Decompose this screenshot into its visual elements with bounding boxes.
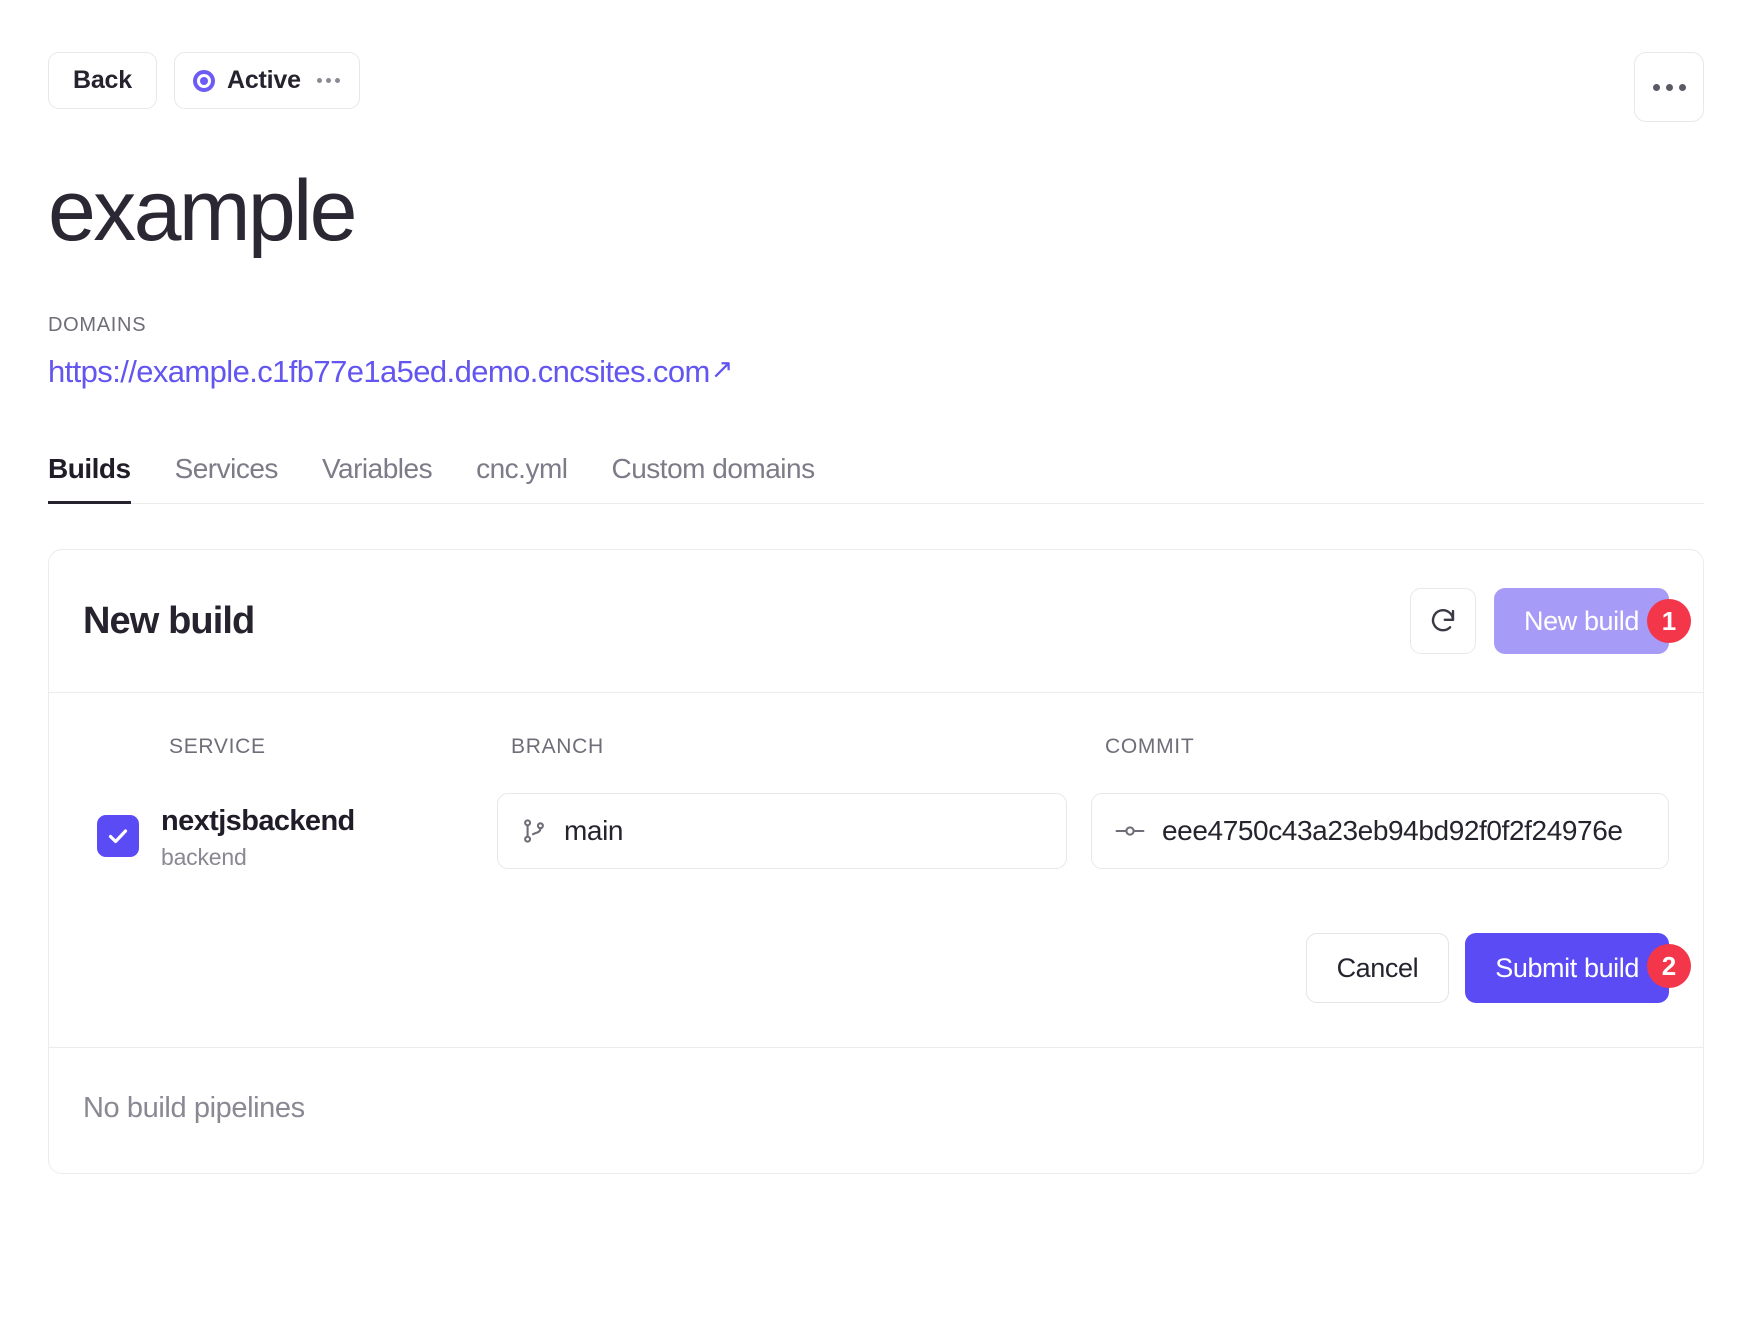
status-label: Active: [226, 66, 301, 94]
git-commit-icon: [1115, 826, 1145, 836]
ellipsis-icon: [1678, 83, 1686, 91]
submit-build-button[interactable]: Submit build: [1465, 933, 1669, 1004]
service-type: backend: [161, 844, 247, 871]
domains-label: DOMAINS: [48, 314, 147, 336]
tab-bar: Builds Services Variables cnc.yml Custom…: [48, 453, 1704, 504]
column-header-service: SERVICE: [169, 735, 266, 758]
step-badge-2: 2: [1647, 944, 1691, 989]
commit-input[interactable]: eee4750c43a23eb94bd92f0f2f24976e: [1091, 793, 1669, 869]
cancel-button[interactable]: Cancel: [1305, 933, 1450, 1004]
status-button[interactable]: Active: [173, 52, 360, 109]
back-button[interactable]: Back: [48, 52, 157, 109]
refresh-button[interactable]: [1410, 588, 1477, 654]
form-grid: SERVICE BRANCH COMMIT nextjsbackend back…: [83, 735, 1669, 871]
new-build-button-wrap: New build 1: [1494, 588, 1691, 654]
tab-custom-domains[interactable]: Custom domains: [590, 453, 837, 503]
domain-link-text: https://example.c1fb77e1a5ed.demo.cncsit…: [48, 354, 710, 389]
page-root: Back Active example DOMAINS https://exam…: [0, 0, 1752, 1344]
top-bar: Back Active: [48, 0, 1704, 122]
external-link-icon: ↗: [710, 354, 734, 384]
check-icon: [108, 829, 128, 844]
form-actions: Cancel Submit build 2: [83, 933, 1691, 1004]
tab-builds[interactable]: Builds: [48, 453, 153, 504]
git-branch-icon: [524, 819, 544, 843]
status-ellipsis-icon[interactable]: [316, 78, 340, 83]
ellipsis-icon: [1665, 83, 1673, 91]
overflow-menu-button[interactable]: [1634, 52, 1704, 122]
submit-button-wrap: Submit build 2: [1465, 933, 1691, 1004]
empty-state-message: No build pipelines: [83, 1092, 305, 1125]
ellipsis-icon: [1652, 83, 1660, 91]
new-build-card: New build New build 1 SERVICE BRANCH COM: [48, 549, 1704, 1175]
branch-input[interactable]: main: [497, 793, 1067, 869]
column-header-branch: BRANCH: [511, 735, 604, 758]
new-build-form: SERVICE BRANCH COMMIT nextjsbackend back…: [49, 693, 1703, 1049]
card-header: New build New build 1: [49, 550, 1703, 693]
back-button-label: Back: [73, 66, 132, 94]
card-title: New build: [83, 599, 255, 642]
page-title: example: [48, 163, 357, 259]
service-text: nextjsbackend backend: [161, 803, 355, 871]
card-header-actions: New build 1: [1410, 588, 1691, 654]
column-header-commit: COMMIT: [1105, 735, 1195, 758]
tab-services[interactable]: Services: [153, 453, 300, 503]
commit-value: eee4750c43a23eb94bd92f0f2f24976e: [1162, 815, 1623, 846]
branch-value: main: [564, 815, 624, 846]
top-bar-left-group: Back Active: [48, 52, 360, 109]
tab-variables[interactable]: Variables: [300, 453, 454, 503]
status-active-icon: [192, 69, 215, 92]
tab-cnc-yml[interactable]: cnc.yml: [454, 453, 589, 503]
domain-link[interactable]: https://example.c1fb77e1a5ed.demo.cncsit…: [48, 354, 733, 390]
new-build-button[interactable]: New build: [1494, 588, 1669, 654]
service-name: nextjsbackend: [161, 805, 355, 837]
refresh-icon: [1431, 609, 1455, 632]
service-row: nextjsbackend backend: [83, 793, 473, 871]
service-checkbox[interactable]: [97, 815, 139, 857]
step-badge-1: 1: [1647, 599, 1691, 643]
